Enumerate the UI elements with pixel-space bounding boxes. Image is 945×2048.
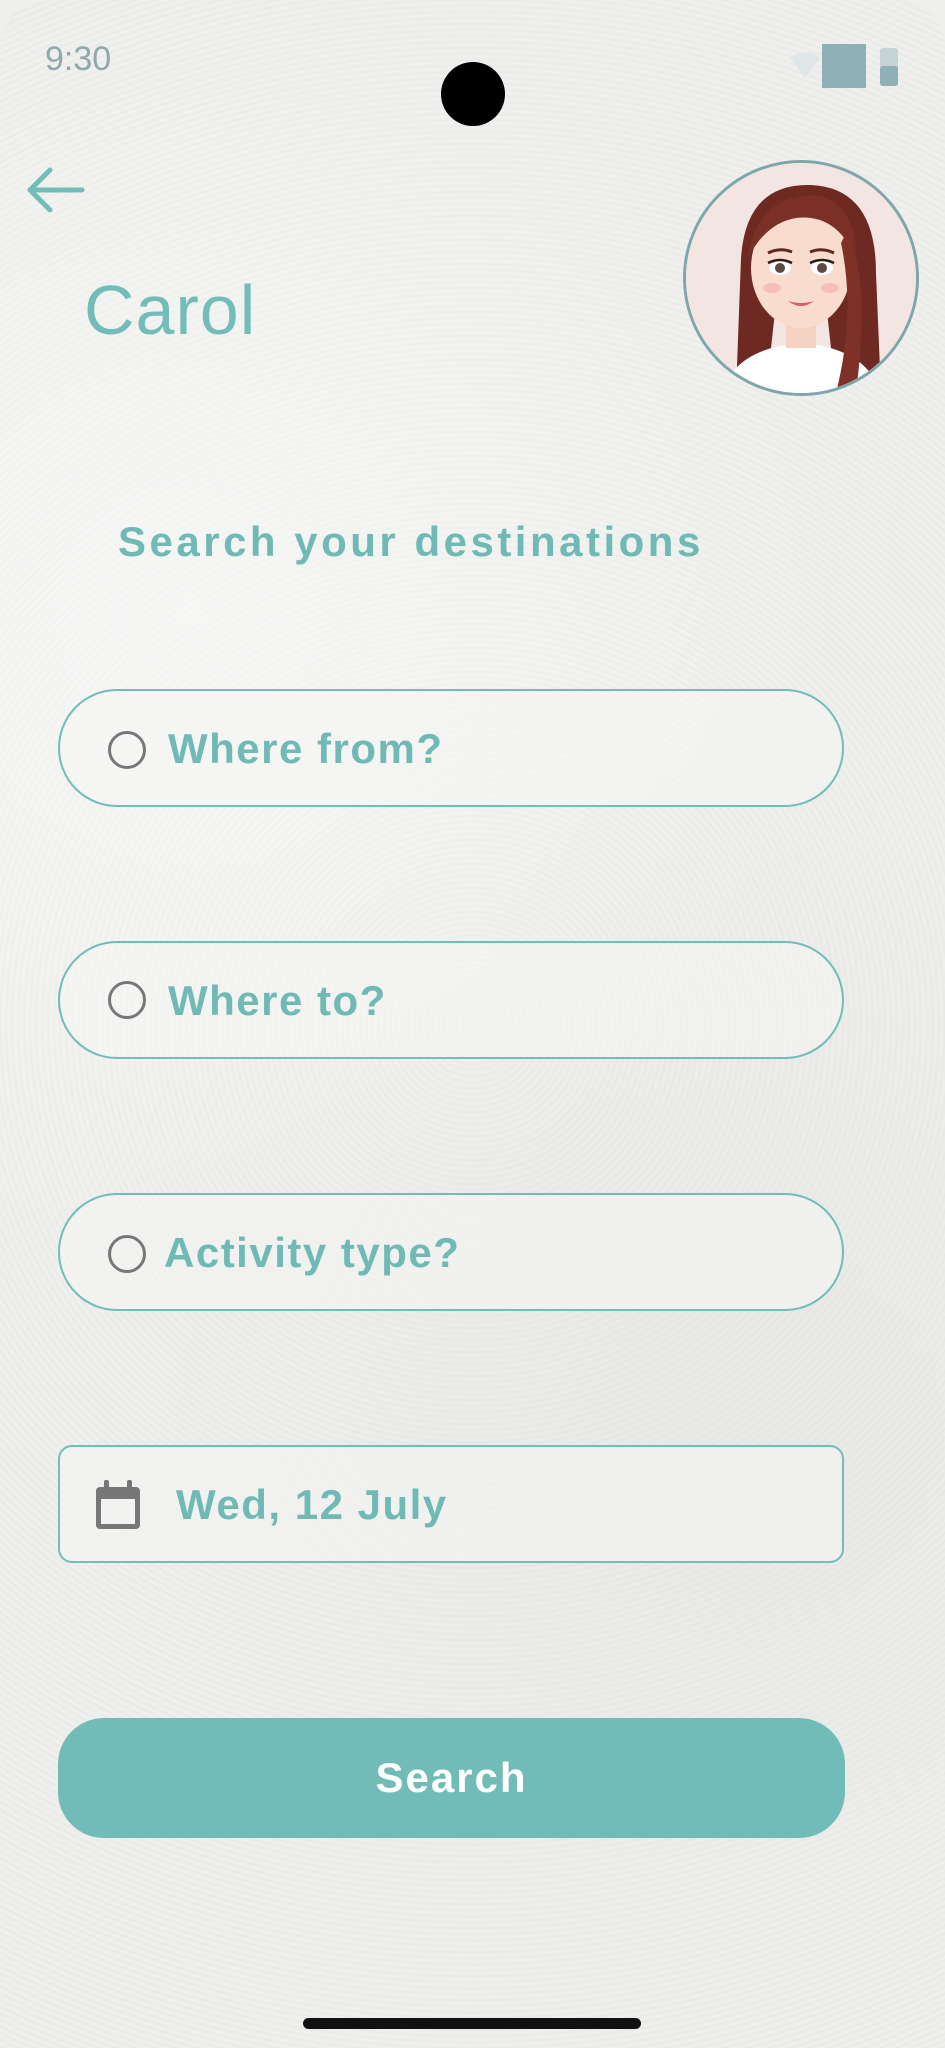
activity-type-placeholder: Activity type?	[164, 1229, 461, 1276]
avatar[interactable]	[683, 160, 919, 396]
app-screen: 9:30 Carol Search your destinations Wher…	[0, 0, 945, 2048]
status-time: 9:30	[45, 40, 112, 78]
where-to-field[interactable]: Where to?	[58, 941, 844, 1059]
wifi-icon	[790, 52, 820, 78]
search-heading: Search your destinations	[118, 518, 704, 565]
date-value: Wed, 12 July	[176, 1481, 448, 1528]
avatar-illustration	[686, 163, 916, 393]
date-field[interactable]: Wed, 12 July	[58, 1445, 844, 1563]
activity-type-field[interactable]: Activity type?	[58, 1193, 844, 1311]
where-from-placeholder: Where from?	[168, 725, 444, 772]
arrow-left-icon	[27, 167, 85, 213]
radio-circle-icon	[108, 981, 146, 1019]
radio-circle-icon	[108, 1235, 146, 1273]
calendar-icon	[96, 1480, 140, 1529]
where-to-placeholder: Where to?	[168, 977, 387, 1024]
battery-icon	[880, 48, 898, 86]
cellular-signal-icon	[822, 44, 866, 88]
user-name: Carol	[84, 271, 257, 349]
search-button[interactable]: Search	[58, 1718, 845, 1838]
back-button[interactable]	[24, 162, 88, 218]
home-indicator[interactable]	[303, 2018, 641, 2029]
radio-circle-icon	[108, 731, 146, 769]
where-from-field[interactable]: Where from?	[58, 689, 844, 807]
front-camera	[441, 62, 505, 126]
